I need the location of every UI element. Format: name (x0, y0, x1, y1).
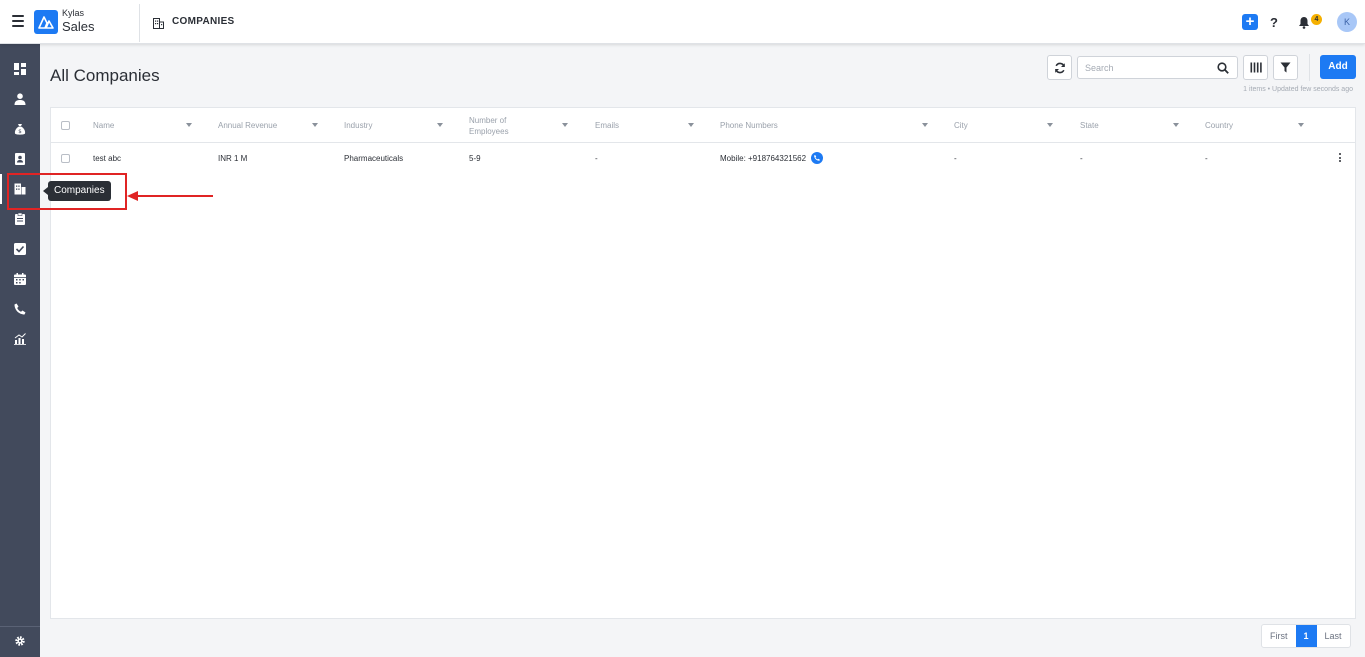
sort-caret-icon[interactable] (437, 123, 443, 127)
brand-product: Sales (62, 19, 95, 34)
sidebar-item-calendar[interactable] (8, 267, 32, 291)
analytics-icon (14, 333, 26, 345)
gear-icon (15, 636, 25, 646)
column-header-employees[interactable]: Number of Employees (469, 108, 529, 143)
sidebar-item-contacts[interactable] (8, 147, 32, 171)
deals-icon: $ (14, 124, 26, 135)
sidebar-item-users[interactable] (8, 87, 32, 111)
brand: Kylas Sales (62, 8, 95, 34)
columns-button[interactable] (1243, 55, 1268, 80)
sort-caret-icon[interactable] (1047, 123, 1053, 127)
header-divider (139, 4, 140, 42)
refresh-icon (1054, 62, 1065, 73)
sidebar-item-deals[interactable]: $ (8, 117, 32, 141)
column-header-phone-numbers[interactable]: Phone Numbers (720, 108, 778, 143)
sort-caret-icon[interactable] (922, 123, 928, 127)
sort-caret-icon[interactable] (688, 123, 694, 127)
cell-industry: Pharmaceuticals (344, 153, 404, 163)
sidebar-item-dashboard[interactable] (8, 57, 32, 81)
sidebar: $ (0, 44, 40, 657)
column-header-country[interactable]: Country (1205, 108, 1233, 143)
building-icon (153, 16, 164, 29)
tasks-icon (14, 243, 26, 255)
user-avatar[interactable]: K (1337, 12, 1357, 32)
sidebar-item-settings[interactable] (8, 629, 32, 653)
columns-icon (1250, 62, 1262, 73)
user-icon (14, 93, 26, 105)
phone-number-text: Mobile: +918764321562 (720, 153, 807, 163)
help-icon[interactable]: ? (1270, 15, 1278, 30)
cell-state: - (1080, 153, 1083, 163)
column-header-name[interactable]: Name (93, 108, 114, 143)
sidebar-item-reports[interactable] (8, 207, 32, 231)
column-header-city[interactable]: City (954, 108, 968, 143)
row-checkbox[interactable] (61, 154, 70, 163)
sort-caret-icon[interactable] (1173, 123, 1179, 127)
search-box (1077, 56, 1238, 79)
cell-name[interactable]: test abc (93, 143, 121, 173)
filter-button[interactable] (1273, 55, 1298, 80)
column-header-annual-revenue[interactable]: Annual Revenue (218, 108, 277, 143)
cell-phone-numbers: Mobile: +918764321562 (720, 143, 824, 173)
filter-icon (1280, 62, 1291, 73)
hamburger-menu-icon[interactable] (12, 15, 24, 27)
table-row[interactable]: test abc INR 1 M Pharmaceuticals 5-9 - M… (51, 143, 1355, 173)
pagination: First 1 Last (1261, 624, 1351, 648)
row-more-options-icon[interactable] (1337, 153, 1343, 165)
notification-badge: 4 (1311, 14, 1322, 25)
table-header: Name Annual Revenue Industry Number of E… (51, 108, 1355, 143)
cell-annual-revenue: INR 1 M (218, 153, 248, 163)
call-phone-icon[interactable] (811, 152, 824, 164)
refresh-button[interactable] (1047, 55, 1072, 80)
page-title: All Companies (50, 66, 160, 85)
sort-caret-icon[interactable] (1298, 123, 1304, 127)
list-meta-status: 1 items • Updated few seconds ago (1243, 86, 1353, 93)
annotation-arrow-icon (127, 191, 213, 201)
search-icon[interactable] (1217, 62, 1229, 74)
pagination-last[interactable]: Last (1317, 625, 1350, 647)
toolbar-divider (1309, 54, 1310, 81)
column-header-state[interactable]: State (1080, 108, 1099, 143)
cell-employees: 5-9 (469, 153, 481, 163)
sidebar-item-analytics[interactable] (8, 327, 32, 351)
contacts-icon (15, 153, 25, 165)
sort-caret-icon[interactable] (562, 123, 568, 127)
dashboard-icon (14, 63, 26, 75)
sidebar-item-calls[interactable] (8, 297, 32, 321)
top-header: Kylas Sales COMPANIES + ? 4 K (0, 0, 1365, 44)
quick-add-button[interactable]: + (1242, 14, 1258, 30)
sidebar-active-indicator (0, 174, 2, 204)
bell-icon[interactable] (1298, 16, 1312, 30)
sidebar-item-tasks[interactable] (8, 237, 32, 261)
column-header-emails[interactable]: Emails (595, 108, 619, 143)
sort-caret-icon[interactable] (186, 123, 192, 127)
add-company-button[interactable]: Add (1320, 55, 1356, 79)
pagination-page-1[interactable]: 1 (1295, 625, 1317, 647)
companies-table: Name Annual Revenue Industry Number of E… (50, 107, 1356, 619)
sidebar-divider (0, 626, 40, 627)
page-breadcrumb-title: COMPANIES (172, 16, 235, 27)
pagination-first[interactable]: First (1262, 625, 1296, 647)
column-header-industry[interactable]: Industry (344, 108, 372, 143)
sort-caret-icon[interactable] (312, 123, 318, 127)
phone-icon (14, 303, 26, 315)
kylas-logo-icon[interactable] (34, 10, 58, 34)
cell-emails: - (595, 153, 598, 163)
cell-country: - (1205, 153, 1208, 163)
annotation-highlight-box (7, 173, 127, 210)
cell-city: - (954, 153, 957, 163)
search-input[interactable] (1085, 61, 1210, 75)
report-icon (15, 213, 25, 225)
brand-name: Kylas (62, 8, 85, 18)
calendar-icon (14, 273, 26, 285)
svg-text:$: $ (18, 129, 22, 135)
select-all-checkbox[interactable] (61, 121, 70, 130)
